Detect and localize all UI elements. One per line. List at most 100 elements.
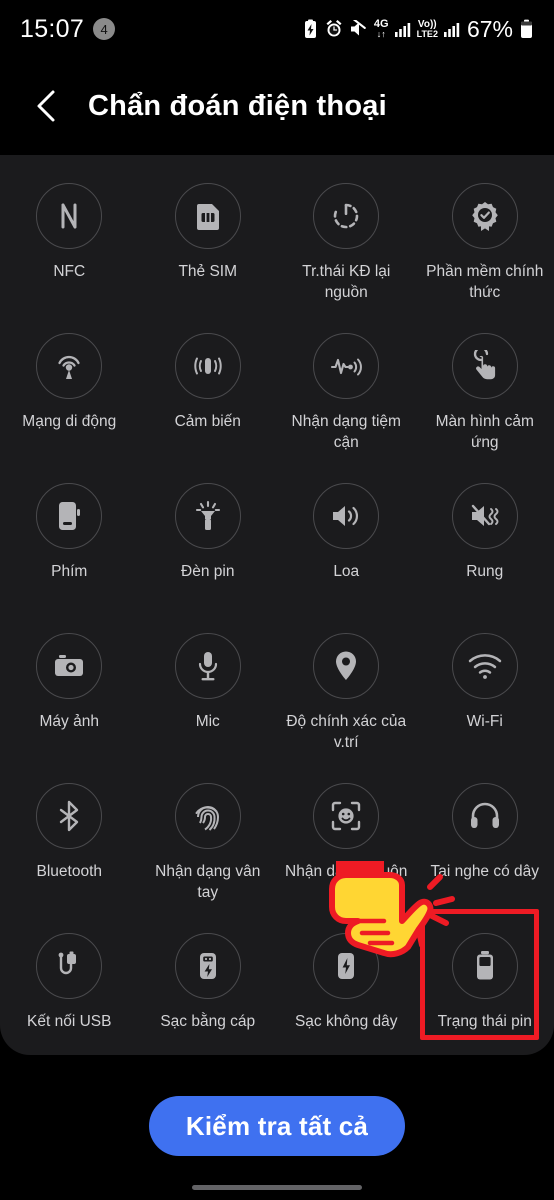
tile-label: Nhận dạng vân tay (155, 863, 261, 901)
tile-location-accuracy[interactable]: Độ chính xác của v.trí (277, 625, 416, 775)
mute-icon (349, 20, 368, 38)
camera-icon (36, 633, 103, 699)
tile-label: Sạc bằng cáp (160, 1013, 256, 1030)
volte-icon: Vo)) LTE2 (416, 18, 438, 39)
tile-wired-headset[interactable]: Tai nghe có dây (416, 775, 554, 925)
tile-mobile-network[interactable]: Mạng di động (0, 325, 139, 475)
tile-label: Tai nghe có dây (430, 863, 540, 880)
signal-bars-icon (443, 22, 460, 37)
tile-proximity[interactable]: Nhận dạng tiệm cận (277, 325, 416, 475)
tile-flashlight[interactable]: Đèn pin (139, 475, 278, 625)
notification-count-badge: 4 (93, 18, 116, 40)
tile-label: Độ chính xác của v.trí (286, 713, 407, 751)
status-bar-left: 15:07 4 (20, 14, 116, 44)
hardware-key-icon (36, 483, 103, 549)
tile-speaker[interactable]: Loa (277, 475, 416, 625)
tile-label: Rung (466, 563, 504, 580)
home-indicator[interactable] (192, 1185, 362, 1190)
footer-actions: Kiểm tra tất cả (0, 1096, 554, 1156)
tile-label: Máy ảnh (39, 713, 99, 730)
tile-vibration[interactable]: Rung (416, 475, 554, 625)
speaker-icon (313, 483, 380, 549)
lte-label: LTE2 (416, 28, 438, 39)
nfc-icon (36, 183, 103, 249)
chevron-left-icon (33, 89, 59, 123)
diagnostics-card: NFC Thẻ SIM Tr.thái KĐ lại nguồn Phần mề… (0, 155, 554, 1055)
face-recognition-icon (313, 783, 380, 849)
tile-label: Wi-Fi (466, 713, 503, 730)
back-button[interactable] (26, 86, 66, 126)
tile-label: Bluetooth (36, 863, 103, 880)
sim-card-icon (174, 183, 241, 249)
wired-charging-icon (174, 933, 241, 999)
battery-status-icon (451, 933, 518, 999)
proximity-sensor-icon (313, 333, 380, 399)
tile-label: Đèn pin (181, 563, 235, 580)
tile-touchscreen[interactable]: Màn hình cảm ứng (416, 325, 554, 475)
tile-label: Phần mềm chính thức (426, 263, 544, 301)
alarm-icon (325, 19, 343, 39)
tile-face-recognition[interactable]: Nhận dạng khuôn mặt (277, 775, 416, 925)
clipped-row-above (0, 155, 554, 169)
clipped-label (416, 155, 554, 169)
tile-camera[interactable]: Máy ảnh (0, 625, 139, 775)
phone-screen: 15:07 4 4G ↓↑ Vo)) LTE2 67% Chẩn đoán đi… (0, 0, 554, 1200)
clipped-label (139, 155, 278, 169)
signal-bars-icon (394, 22, 411, 37)
mobile-network-icon (36, 333, 103, 399)
tile-label: NFC (53, 263, 86, 280)
tile-battery-status[interactable]: Trạng thái pin (416, 925, 554, 1055)
tile-label: Cảm biến (174, 413, 241, 430)
tile-hardware-key[interactable]: Phím (0, 475, 139, 625)
volte-label: Vo)) (417, 18, 437, 30)
tile-usb-connection[interactable]: Kết nối USB (0, 925, 139, 1055)
tile-sim-card[interactable]: Thẻ SIM (139, 175, 278, 325)
status-bar: 15:07 4 4G ↓↑ Vo)) LTE2 67% (0, 0, 554, 58)
tile-wired-charging[interactable]: Sạc bằng cáp (139, 925, 278, 1055)
sensor-icon (174, 333, 241, 399)
tile-label: Thẻ SIM (178, 263, 238, 280)
tile-bluetooth[interactable]: Bluetooth (0, 775, 139, 925)
app-header: Chẩn đoán điện thoại (0, 58, 554, 154)
tile-official-software[interactable]: Phần mềm chính thức (416, 175, 554, 325)
check-all-button[interactable]: Kiểm tra tất cả (149, 1096, 405, 1156)
wifi-icon (451, 633, 518, 699)
tile-wifi[interactable]: Wi-Fi (416, 625, 554, 775)
status-clock: 15:07 (20, 14, 85, 43)
wired-headset-icon (451, 783, 518, 849)
tile-label: Nhận dạng tiệm cận (291, 413, 401, 451)
tile-label: Phím (51, 563, 88, 580)
tile-label: Mạng di động (22, 413, 117, 430)
clipped-label (277, 155, 416, 169)
network-type-icon: 4G ↓↑ (374, 19, 389, 39)
tile-label: Tr.thái KĐ lại nguồn (302, 263, 391, 301)
status-bar-right: 4G ↓↑ Vo)) LTE2 67% (302, 16, 534, 43)
microphone-icon (174, 633, 241, 699)
touchscreen-icon (451, 333, 518, 399)
tile-label: Mic (195, 713, 220, 730)
tile-fingerprint[interactable]: Nhận dạng vân tay (139, 775, 278, 925)
wireless-charging-icon (313, 933, 380, 999)
tile-label: Kết nối USB (27, 1013, 112, 1030)
tile-microphone[interactable]: Mic (139, 625, 278, 775)
tile-restart-status[interactable]: Tr.thái KĐ lại nguồn (277, 175, 416, 325)
tile-label: Sạc không dây (294, 1013, 398, 1030)
data-arrows-icon: ↓↑ (376, 29, 386, 39)
tile-sensor[interactable]: Cảm biến (139, 325, 278, 475)
battery-icon (519, 19, 534, 39)
tile-wireless-charging[interactable]: Sạc không dây (277, 925, 416, 1055)
bluetooth-icon (36, 783, 103, 849)
battery-saver-icon (302, 19, 319, 39)
restart-status-icon (313, 183, 380, 249)
official-software-badge-icon (451, 183, 518, 249)
flashlight-icon (174, 483, 241, 549)
tile-label: Nhận dạng khuôn mặt (285, 863, 408, 901)
tile-nfc[interactable]: NFC (0, 175, 139, 325)
usb-cable-icon (36, 933, 103, 999)
location-pin-icon (313, 633, 380, 699)
battery-percent-label: 67% (466, 15, 513, 42)
tile-label: Trạng thái pin (437, 1013, 532, 1030)
tile-label: Màn hình cảm ứng (435, 413, 534, 451)
page-title: Chẩn đoán điện thoại (88, 89, 387, 122)
vibration-icon (451, 483, 518, 549)
